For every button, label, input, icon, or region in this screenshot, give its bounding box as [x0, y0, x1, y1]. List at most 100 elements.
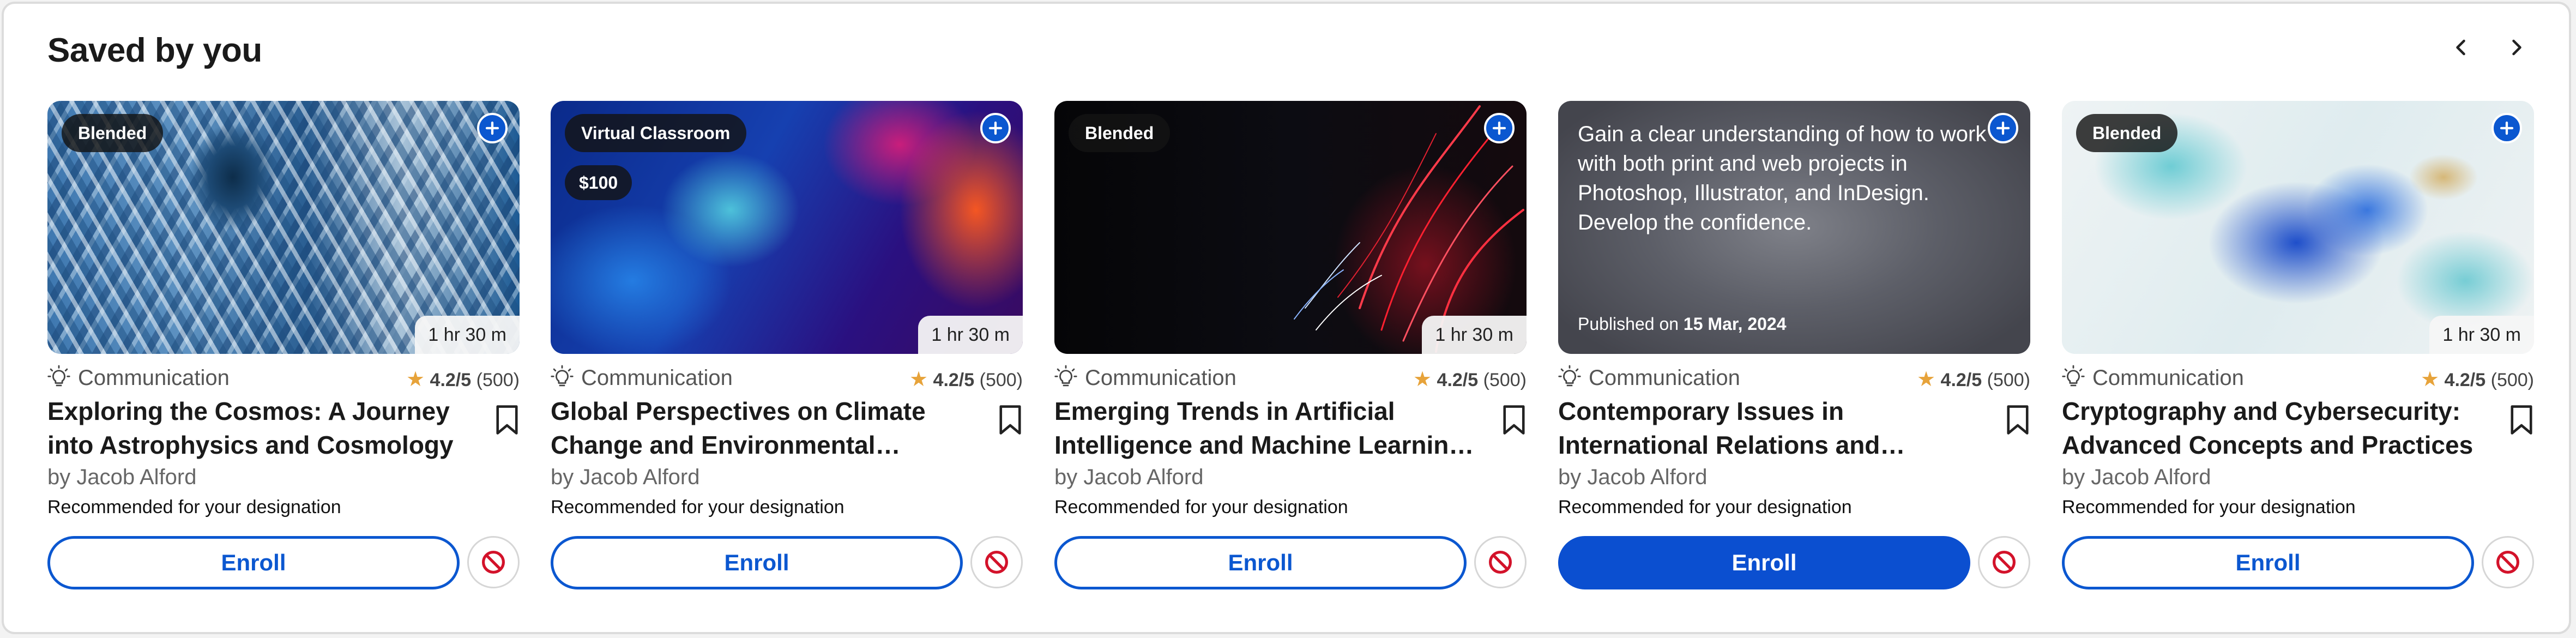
- meta-row: Communication ★ 4.2/5 (500): [1558, 362, 2030, 392]
- add-button[interactable]: [1484, 113, 1515, 143]
- course-thumbnail[interactable]: Virtual Classroom $100 1 hr 30 m: [551, 101, 1023, 354]
- block-icon: [1992, 550, 2016, 574]
- bookmark-icon[interactable]: [2005, 404, 2030, 436]
- category-label: Communication: [1589, 366, 1740, 390]
- rating: ★ 4.2/5 (500): [2421, 367, 2534, 392]
- add-button[interactable]: [980, 113, 1011, 143]
- lightbulb-icon: [1558, 365, 1581, 387]
- recommendation-text: Recommended for your designation: [2062, 497, 2356, 517]
- course-title[interactable]: Cryptography and Cybersecurity: Advanced…: [2062, 394, 2487, 462]
- lightbulb-icon: [47, 365, 70, 387]
- star-icon: ★: [1413, 368, 1432, 391]
- duration-badge: 1 hr 30 m: [1422, 316, 1527, 354]
- category-label: Communication: [1085, 366, 1236, 390]
- enroll-button[interactable]: Enroll: [47, 536, 460, 589]
- thumb-art: [189, 123, 276, 232]
- not-interested-button[interactable]: [970, 536, 1023, 588]
- course-card[interactable]: Gain a clear understanding of how to wor…: [1558, 101, 2030, 592]
- enroll-button[interactable]: Enroll: [1558, 536, 1970, 589]
- type-badge: Blended: [62, 114, 164, 152]
- not-interested-button[interactable]: [1978, 536, 2030, 588]
- add-button[interactable]: [2491, 113, 2522, 143]
- lightbulb-icon: [2062, 365, 2085, 387]
- not-interested-button[interactable]: [467, 536, 520, 588]
- type-badge: Blended: [1069, 114, 1171, 152]
- meta-row: Communication ★ 4.2/5 (500): [47, 362, 520, 392]
- recommendation-text: Recommended for your designation: [1558, 497, 1852, 517]
- published-date: 15 Mar, 2024: [1683, 314, 1787, 334]
- type-badge: Virtual Classroom: [565, 114, 747, 152]
- course-thumbnail[interactable]: Blended 1 hr 30 m: [2062, 101, 2534, 354]
- course-thumbnail[interactable]: Blended 1 hr 30 m: [47, 101, 520, 354]
- course-title[interactable]: Global Perspectives on Climate Change an…: [551, 394, 976, 462]
- chevron-right-icon: [2512, 39, 2521, 56]
- bookmark-icon[interactable]: [494, 404, 520, 436]
- add-button[interactable]: [1988, 113, 2018, 143]
- course-card[interactable]: Blended 1 hr 30 m Communication ★ 4.2/5 …: [1054, 101, 1527, 592]
- duration-badge: 1 hr 30 m: [2429, 316, 2534, 354]
- course-thumbnail[interactable]: Gain a clear understanding of how to wor…: [1558, 101, 2030, 354]
- published-label: Published on: [1578, 314, 1679, 334]
- price-badge: $100: [565, 165, 632, 200]
- category-label: Communication: [2092, 366, 2244, 390]
- star-icon: ★: [909, 368, 928, 391]
- plus-icon: [988, 121, 1003, 135]
- course-title[interactable]: Contemporary Issues in International Rel…: [1558, 394, 1983, 462]
- rating-value: 4.2/5: [2444, 370, 2486, 390]
- plus-icon: [2500, 121, 2514, 135]
- bookmark-icon[interactable]: [1501, 404, 1527, 436]
- meta-row: Communication ★ 4.2/5 (500): [1054, 362, 1527, 392]
- meta-row: Communication ★ 4.2/5 (500): [2062, 362, 2534, 392]
- enroll-button[interactable]: Enroll: [2062, 536, 2474, 589]
- rating-value: 4.2/5: [933, 370, 975, 390]
- next-button[interactable]: [2493, 25, 2539, 70]
- plus-icon: [485, 121, 499, 135]
- enroll-button[interactable]: Enroll: [1054, 536, 1467, 589]
- course-title[interactable]: Emerging Trends in Artificial Intelligen…: [1054, 394, 1480, 462]
- block-icon: [1488, 550, 1512, 574]
- bookmark-icon[interactable]: [2509, 404, 2534, 436]
- meta-row: Communication ★ 4.2/5 (500): [551, 362, 1023, 392]
- block-icon: [2496, 550, 2520, 574]
- type-badge: Blended: [2076, 114, 2178, 152]
- recommendation-text: Recommended for your designation: [47, 497, 341, 517]
- recommendation-text: Recommended for your designation: [1054, 497, 1348, 517]
- not-interested-button[interactable]: [2482, 536, 2534, 588]
- block-icon: [985, 550, 1009, 574]
- not-interested-button[interactable]: [1474, 536, 1527, 588]
- chevron-left-icon: [2456, 39, 2465, 56]
- prev-button[interactable]: [2439, 25, 2484, 70]
- enroll-button[interactable]: Enroll: [551, 536, 963, 589]
- plus-icon: [1492, 121, 1506, 135]
- star-icon: ★: [406, 368, 425, 391]
- star-icon: ★: [1917, 368, 1936, 391]
- course-title[interactable]: Exploring the Cosmos: A Journey into Ast…: [47, 394, 473, 462]
- author: by Jacob Alford: [1558, 465, 1708, 489]
- course-card[interactable]: Blended 1 hr 30 m Communication ★ 4.2/5 …: [47, 101, 520, 592]
- course-thumbnail[interactable]: Blended 1 hr 30 m: [1054, 101, 1527, 354]
- review-count: (500): [476, 370, 520, 390]
- block-icon: [481, 550, 505, 574]
- review-count: (500): [979, 370, 1023, 390]
- author: by Jacob Alford: [1054, 465, 1204, 489]
- author: by Jacob Alford: [551, 465, 700, 489]
- plus-icon: [1996, 121, 2010, 135]
- author: by Jacob Alford: [2062, 465, 2211, 489]
- bookmark-icon[interactable]: [998, 404, 1023, 436]
- rating-value: 4.2/5: [430, 370, 472, 390]
- rating: ★ 4.2/5 (500): [909, 367, 1023, 392]
- add-button[interactable]: [477, 113, 508, 143]
- category-label: Communication: [581, 366, 733, 390]
- course-card[interactable]: Blended 1 hr 30 m Communication ★ 4.2/5 …: [2062, 101, 2534, 592]
- star-icon: ★: [2421, 368, 2440, 391]
- published-info: Published on 15 Mar, 2024: [1578, 314, 1787, 334]
- rating: ★ 4.2/5 (500): [1413, 367, 1527, 392]
- duration-badge: 1 hr 30 m: [415, 316, 520, 354]
- course-description: Gain a clear understanding of how to wor…: [1578, 122, 1987, 234]
- rating: ★ 4.2/5 (500): [406, 367, 520, 392]
- course-card[interactable]: Virtual Classroom $100 1 hr 30 m Communi…: [551, 101, 1023, 592]
- rating-value: 4.2/5: [1940, 370, 1982, 390]
- lightbulb-icon: [1054, 365, 1077, 387]
- recommendation-text: Recommended for your designation: [551, 497, 844, 517]
- review-count: (500): [1987, 370, 2030, 390]
